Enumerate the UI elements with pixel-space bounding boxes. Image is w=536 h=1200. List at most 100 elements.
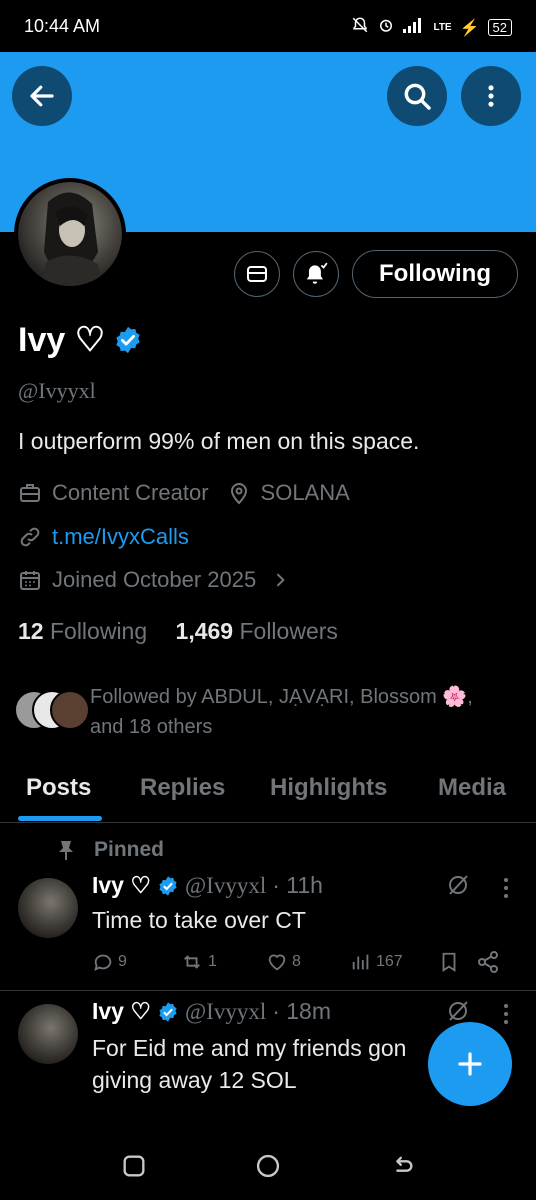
system-icons: LTE ⚡ 52 <box>351 16 512 39</box>
pinned-label-row: Pinned <box>56 838 164 862</box>
reply-count: 9 <box>118 953 127 970</box>
mute-icon <box>351 16 369 39</box>
tab-replies[interactable]: Replies <box>140 774 225 802</box>
followed-by-avatars[interactable] <box>14 690 90 730</box>
retweet-action[interactable]: 1 <box>180 951 266 973</box>
followed-by-line2: and 18 others <box>90 716 213 738</box>
tweet-text-line2: giving away 12 SOL <box>92 1067 297 1093</box>
back-nav-icon[interactable] <box>388 1152 416 1180</box>
pin-icon <box>59 841 73 860</box>
retweet-icon <box>184 955 200 969</box>
following-count: 12 <box>18 618 44 644</box>
bookmark-icon[interactable] <box>438 950 460 974</box>
followed-by-line1: Followed by ABDUL, JẠVẠRI, Blossom 🌸, <box>90 686 473 708</box>
views-count: 167 <box>376 953 403 970</box>
home-icon[interactable] <box>254 1152 282 1180</box>
profile-avatar[interactable] <box>14 178 126 290</box>
tweet-avatar[interactable] <box>18 878 78 938</box>
tab-media[interactable]: Media <box>438 774 506 802</box>
grok-icon[interactable] <box>446 872 470 898</box>
following-button[interactable]: Following <box>352 250 518 298</box>
joined-row[interactable]: Joined October 2025 <box>18 567 290 593</box>
like-count: 8 <box>292 953 301 970</box>
pinned-label: Pinned <box>94 838 165 861</box>
status-time: 10:44 AM <box>24 16 101 36</box>
network-label: LTE <box>433 22 452 33</box>
followers-label: Followers <box>239 618 338 644</box>
joined-date: Joined October 2025 <box>52 567 257 592</box>
battery-level: 52 <box>487 19 512 36</box>
tweet-header: Ivy ♡ @Ivyyxl · 18m <box>92 998 331 1025</box>
alarm-icon <box>377 16 395 39</box>
tweet-more-icon[interactable] <box>500 1002 512 1026</box>
location-pin-icon <box>230 483 247 505</box>
follower-avatar <box>50 690 90 730</box>
tweet-header: Ivy ♡ @Ivyyxl · 11h <box>92 872 323 899</box>
follow-stats: 12 Following 1,469 Followers <box>18 618 338 645</box>
profile-category: Content Creator <box>52 480 209 505</box>
profile-name: Ivy ♡ <box>18 321 106 359</box>
message-button[interactable] <box>234 251 280 297</box>
views-action[interactable]: 167 <box>350 951 438 973</box>
verified-badge-icon <box>159 1001 177 1022</box>
profile-meta-row: Content Creator SOLANA <box>18 480 350 506</box>
tweet-author-handle: @Ivyyxl <box>184 998 267 1024</box>
reply-action[interactable]: 9 <box>92 951 180 973</box>
tweet-time: · 18m <box>272 998 332 1024</box>
tweet-author-handle: @Ivyyxl <box>184 872 267 898</box>
status-bar: 10:44 AM LTE ⚡ 52 <box>0 0 536 52</box>
views-icon <box>352 954 369 970</box>
profile-link[interactable]: t.me/IvyxCalls <box>52 524 189 550</box>
followers-stat[interactable]: 1,469 Followers <box>176 618 338 644</box>
followed-by-text[interactable]: Followed by ABDUL, JẠVẠRI, Blossom 🌸, an… <box>90 682 520 742</box>
heart-icon <box>268 954 286 971</box>
verified-badge-icon[interactable] <box>113 325 143 355</box>
verified-badge-icon <box>159 875 177 896</box>
tweet-more-icon[interactable] <box>500 876 512 900</box>
like-action[interactable]: 8 <box>266 951 350 973</box>
tweet-text: For Eid me and my friends gon giving awa… <box>92 1032 406 1096</box>
profile-link-row[interactable]: t.me/IvyxCalls <box>18 524 189 550</box>
signal-icon <box>403 17 425 38</box>
profile-location: SOLANA <box>260 480 350 505</box>
tweet-avatar[interactable] <box>18 1004 78 1064</box>
compose-post-button[interactable] <box>428 1022 512 1106</box>
profile-handle: @Ivyyxl <box>18 378 96 403</box>
calendar-icon <box>20 571 40 590</box>
chevron-right-icon <box>277 573 286 587</box>
search-button[interactable] <box>387 66 447 126</box>
plus-icon <box>458 1052 482 1076</box>
tweet-divider <box>0 990 536 991</box>
grok-icon[interactable] <box>446 998 470 1024</box>
notifications-button[interactable] <box>293 251 339 297</box>
tab-posts[interactable]: Posts <box>26 774 91 802</box>
tweet-text-line1: For Eid me and my friends gon <box>92 1035 407 1061</box>
search-icon <box>404 83 431 110</box>
mail-icon <box>247 266 267 282</box>
tab-highlights[interactable]: Highlights <box>270 774 387 802</box>
system-nav-bar <box>0 1130 536 1200</box>
profile-name-row: Ivy ♡ <box>18 320 143 360</box>
tweet-author-name[interactable]: Ivy ♡ <box>92 872 151 899</box>
link-icon <box>20 527 40 547</box>
arrow-left-icon <box>30 85 54 107</box>
tweet-text: Time to take over CT <box>92 907 306 933</box>
more-vertical-icon <box>488 85 494 107</box>
active-tab-indicator <box>18 816 102 821</box>
retweet-count: 1 <box>208 953 217 970</box>
avatar-image <box>18 182 122 286</box>
following-label: Following <box>49 618 148 644</box>
profile-bio: I outperform 99% of men on this space. <box>18 428 420 454</box>
recent-apps-icon[interactable] <box>120 1152 148 1180</box>
more-options-button[interactable] <box>461 66 521 126</box>
tweet-actions: 9 1 8 167 <box>92 950 512 974</box>
tweet-author-name[interactable]: Ivy ♡ <box>92 998 151 1025</box>
tweet-time: · 11h <box>272 872 323 898</box>
charging-icon: ⚡ <box>459 19 480 37</box>
following-stat[interactable]: 12 Following <box>18 618 147 644</box>
reply-icon <box>94 954 112 972</box>
share-icon[interactable] <box>476 950 500 974</box>
briefcase-icon <box>20 484 40 502</box>
back-button[interactable] <box>12 66 72 126</box>
bell-check-icon <box>306 262 328 284</box>
